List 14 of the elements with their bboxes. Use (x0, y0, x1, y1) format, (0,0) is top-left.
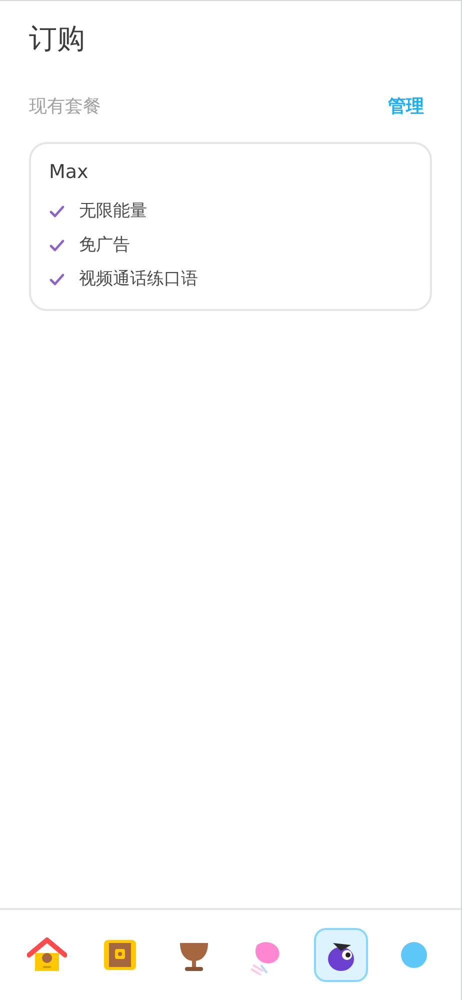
page-title: 订购 (29, 21, 85, 57)
feature-text: 视频通话练口语 (79, 268, 198, 291)
feature-text: 无限能量 (79, 200, 147, 223)
check-icon (49, 273, 65, 286)
circle-icon (399, 940, 430, 970)
chest-icon (103, 939, 138, 971)
manage-link[interactable]: 管理 (388, 93, 424, 120)
house-icon (26, 937, 67, 973)
tab-button[interactable] (314, 928, 368, 982)
plan-name: Max (49, 160, 88, 185)
check-icon (49, 205, 65, 218)
feature-text: 免广告 (79, 234, 130, 257)
check-icon (49, 239, 65, 252)
section-label: 现有套餐 (29, 95, 101, 119)
